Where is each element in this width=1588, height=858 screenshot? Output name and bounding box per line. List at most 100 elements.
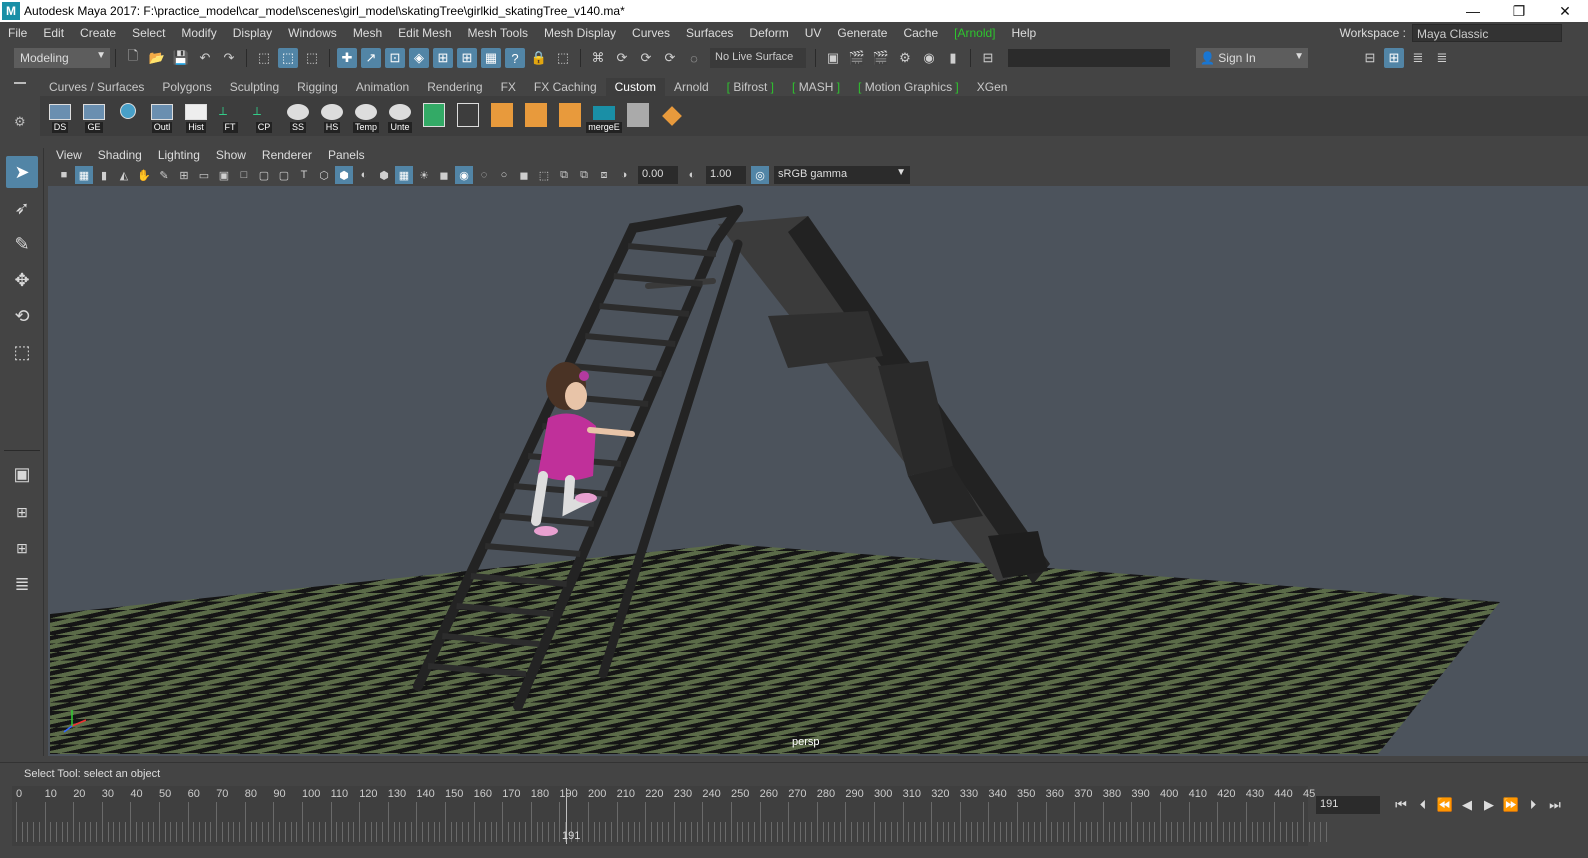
step-forward-key-icon[interactable]: ⏩	[1500, 795, 1522, 815]
field-chart-icon[interactable]: ▢	[255, 166, 273, 184]
use-lights-icon[interactable]: ☀	[415, 166, 433, 184]
attribute-editor-icon[interactable]: ⊞	[1384, 48, 1404, 68]
select-component-icon[interactable]: ⬚	[302, 48, 322, 68]
menu-modify[interactable]: Modify	[173, 26, 224, 40]
make-live-icon[interactable]: ◌	[684, 48, 704, 68]
shelf-button-extract[interactable]	[452, 99, 484, 133]
save-scene-icon[interactable]: 💾	[171, 48, 191, 68]
exposure-icon[interactable]: ◑	[615, 166, 633, 184]
smooth-shade-icon[interactable]: ⬢	[335, 166, 353, 184]
depth-of-field-icon[interactable]: ◼	[515, 166, 533, 184]
panel-menu-shading[interactable]: Shading	[90, 148, 150, 162]
scale-tool-icon[interactable]: ⬚	[6, 336, 38, 368]
render-view-icon[interactable]: ▣	[823, 48, 843, 68]
snap-vertex-icon[interactable]: ⊞	[457, 48, 477, 68]
menu-help[interactable]: Help	[1004, 26, 1045, 40]
ipr-render-icon[interactable]: 🎬	[871, 48, 891, 68]
snap-point-icon[interactable]: ⊡	[385, 48, 405, 68]
step-back-frame-icon[interactable]: ⏴	[1412, 795, 1434, 815]
shelf-button-center-pivot[interactable]: ⟂ CP	[248, 99, 280, 133]
tab-animation[interactable]: Animation	[347, 78, 418, 96]
menu-edit-mesh[interactable]: Edit Mesh	[390, 26, 459, 40]
tab-bifrost[interactable]: [ Bifrost ]	[718, 78, 783, 96]
gamma-icon[interactable]: ◐	[683, 166, 701, 184]
exposure-field[interactable]: 0.00	[638, 166, 678, 184]
camera-icon[interactable]: ■	[55, 166, 73, 184]
channel-box-icon[interactable]: ≣	[1432, 48, 1452, 68]
camera-attributes-icon[interactable]: ▦	[75, 166, 93, 184]
modeling-toolkit-icon[interactable]: ⊟	[1360, 48, 1380, 68]
go-to-end-icon[interactable]: ⏭	[1544, 795, 1566, 815]
lasso-tool-icon[interactable]: ➶	[6, 192, 38, 224]
step-back-key-icon[interactable]: ⏪	[1434, 795, 1456, 815]
command-input[interactable]	[1008, 49, 1170, 67]
menu-generate[interactable]: Generate	[829, 26, 895, 40]
viewport-persp[interactable]	[48, 186, 1588, 756]
motion-blur-icon[interactable]: ◌	[475, 166, 493, 184]
live-surface-field[interactable]: No Live Surface	[710, 48, 806, 68]
shelf-menu-icon[interactable]	[14, 82, 26, 84]
panel-menu-renderer[interactable]: Renderer	[254, 148, 320, 162]
film-gate-icon[interactable]: ▭	[195, 166, 213, 184]
image-plane-icon[interactable]: ◭	[115, 166, 133, 184]
construction-on-icon[interactable]: ⟳	[660, 48, 680, 68]
render-settings-icon[interactable]: ⚙	[895, 48, 915, 68]
snap-live-icon[interactable]: ⊞	[433, 48, 453, 68]
shelf-button-temp[interactable]: Temp	[350, 99, 382, 133]
two-d-pan-icon[interactable]: ✋	[135, 166, 153, 184]
textured-icon[interactable]: ▦	[395, 166, 413, 184]
shelf-button-extrude[interactable]	[520, 99, 552, 133]
xray-joints-icon[interactable]: ⧈	[595, 166, 613, 184]
shelf-button-untemplate[interactable]: Unte	[384, 99, 416, 133]
hypershade-icon[interactable]: ◉	[919, 48, 939, 68]
gamma-field[interactable]: 1.00	[706, 166, 746, 184]
redo-icon[interactable]: ↷	[219, 48, 239, 68]
tab-motion-graphics[interactable]: [ Motion Graphics ]	[849, 78, 968, 96]
single-view-icon[interactable]: ▣	[6, 458, 38, 490]
layout-add-icon[interactable]: ⊞	[6, 532, 38, 564]
tab-custom[interactable]: Custom	[605, 78, 665, 96]
menu-edit[interactable]: Edit	[35, 26, 72, 40]
open-scene-icon[interactable]: 📂	[147, 48, 167, 68]
xray-active-icon[interactable]: ⧉	[575, 166, 593, 184]
menu-select[interactable]: Select	[124, 26, 173, 40]
tab-curves-surfaces[interactable]: Curves / Surfaces	[40, 78, 153, 96]
shelf-settings-icon[interactable]: ⚙	[14, 114, 26, 130]
tab-arnold[interactable]: Arnold	[665, 78, 718, 96]
gate-mask-icon[interactable]: □	[235, 166, 253, 184]
shelf-button-combine[interactable]	[554, 99, 586, 133]
close-button[interactable]: ✕	[1542, 0, 1588, 22]
select-tool-icon[interactable]: ➤	[6, 156, 38, 188]
select-lock-icon[interactable]: ⬚	[553, 48, 573, 68]
shelf-button-bevel[interactable]	[486, 99, 518, 133]
select-object-icon[interactable]: ⬚	[278, 48, 298, 68]
tab-polygons[interactable]: Polygons	[153, 78, 220, 96]
arnold-renderview-icon[interactable]: ▮	[943, 48, 963, 68]
menu-arnold[interactable]: [Arnold]	[946, 26, 1003, 40]
grease-pencil-icon[interactable]: ✎	[155, 166, 173, 184]
menu-uv[interactable]: UV	[797, 26, 830, 40]
current-frame-field[interactable]: 191	[1316, 796, 1380, 814]
sign-in-button[interactable]: 👤 Sign In ▼	[1196, 48, 1308, 68]
panel-menu-panels[interactable]: Panels	[320, 148, 373, 162]
menu-set-dropdown[interactable]: Modeling ▼	[14, 48, 110, 68]
ambient-occlusion-icon[interactable]: ◉	[455, 166, 473, 184]
shelf-button-paint[interactable]	[622, 99, 654, 133]
undo-icon[interactable]: ↶	[195, 48, 215, 68]
menu-deform[interactable]: Deform	[741, 26, 796, 40]
tab-fx[interactable]: FX	[492, 78, 525, 96]
shelf-button-merge[interactable]: mergeE	[586, 99, 622, 133]
shelf-button-ge[interactable]: GE	[78, 99, 110, 133]
shelf-button-slide[interactable]	[656, 99, 688, 133]
lock-icon[interactable]: 🔒	[529, 48, 549, 68]
menu-curves[interactable]: Curves	[624, 26, 678, 40]
menu-windows[interactable]: Windows	[280, 26, 345, 40]
view-transform-dropdown[interactable]: sRGB gamma ▼	[774, 166, 910, 184]
sidebar-toggle-icon[interactable]: ⊟	[978, 48, 998, 68]
tab-xgen[interactable]: XGen	[968, 78, 1017, 96]
rotate-tool-icon[interactable]: ⟲	[6, 300, 38, 332]
select-hierarchy-icon[interactable]: ⬚	[254, 48, 274, 68]
restore-button[interactable]: ❐	[1496, 0, 1542, 22]
tab-fx-caching[interactable]: FX Caching	[525, 78, 606, 96]
menu-mesh[interactable]: Mesh	[345, 26, 390, 40]
